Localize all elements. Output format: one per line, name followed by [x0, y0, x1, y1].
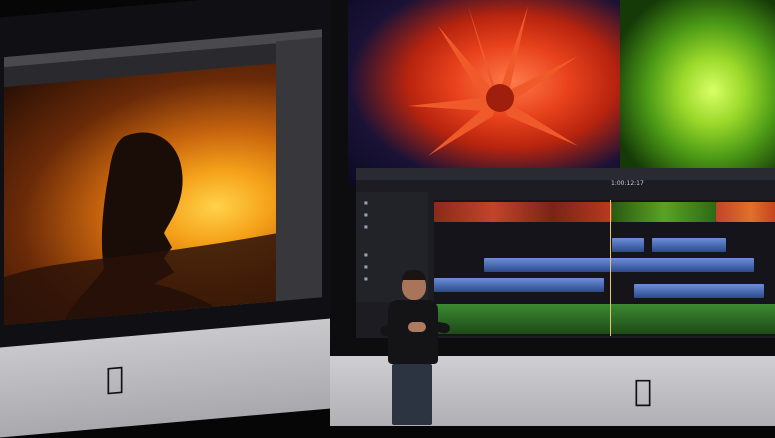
left-imac-display: 	[0, 0, 332, 438]
presenter-hands	[408, 322, 426, 332]
sidebar-item[interactable]: ■	[364, 212, 368, 217]
editor-timeline[interactable]	[434, 200, 775, 336]
sidebar-item[interactable]: ■	[364, 264, 368, 269]
sunset-silhouette-photo	[4, 63, 276, 326]
presenter-legs	[392, 364, 432, 425]
photo-editor-side-panel	[276, 37, 322, 302]
video-clip-orange[interactable]	[716, 202, 775, 222]
left-screen-bezel	[0, 0, 332, 348]
sidebar-item[interactable]: ■	[364, 252, 368, 257]
flower-photo-strip	[348, 0, 775, 186]
red-flower-petals	[408, 6, 578, 156]
audio-clip[interactable]	[484, 258, 754, 272]
audio-clip[interactable]	[652, 238, 726, 252]
woman-silhouette	[4, 132, 276, 326]
editor-top-bar	[356, 168, 775, 180]
apple-logo-icon: 	[634, 374, 652, 409]
photo-editor-screen	[4, 29, 322, 326]
audio-clip[interactable]	[634, 284, 764, 298]
video-clip-green[interactable]	[612, 202, 716, 222]
timecode-display: 1:00:12:17	[611, 180, 644, 187]
sidebar-item[interactable]: ■	[364, 276, 368, 281]
music-track[interactable]	[434, 304, 775, 334]
apple-logo-icon: 	[106, 361, 124, 398]
red-flower-photo	[348, 0, 620, 186]
video-clip-red-flowers[interactable]	[434, 202, 612, 222]
presenter-person	[378, 270, 453, 425]
sidebar-item[interactable]: ■	[364, 200, 368, 205]
audio-clip[interactable]	[612, 238, 644, 252]
playhead[interactable]	[610, 200, 611, 336]
photo-editor-toolbar	[4, 29, 322, 68]
presenter-hair	[402, 270, 426, 280]
audio-clip[interactable]	[434, 278, 604, 292]
green-succulent-photo	[620, 0, 775, 186]
sidebar-item[interactable]: ■	[364, 224, 368, 229]
